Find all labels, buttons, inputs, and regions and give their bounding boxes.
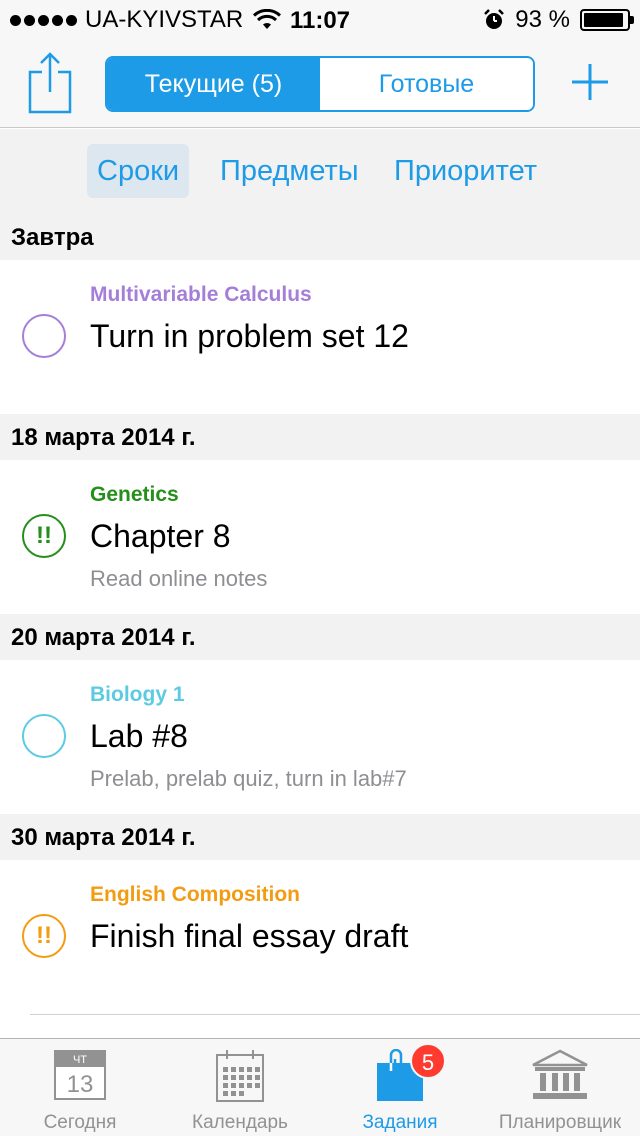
battery-percent: 93 % xyxy=(515,6,570,33)
battery-icon xyxy=(580,9,634,31)
section-header: Завтра xyxy=(0,215,640,260)
sort-bar: Сроки Предметы Приоритет xyxy=(0,129,640,215)
section-header: 30 марта 2014 г. xyxy=(0,814,640,860)
priority-circle-icon[interactable]: !! xyxy=(22,514,66,558)
status-right: 93 % xyxy=(483,6,634,33)
tab-bar: ЧТ 13 Сегодня Календарь 5 Задания Планир… xyxy=(0,1038,640,1136)
task-subject: Biology 1 xyxy=(90,683,185,706)
sort-by-due-date[interactable]: Сроки xyxy=(87,144,190,198)
task-row[interactable]: Multivariable Calculus Turn in problem s… xyxy=(0,260,640,414)
segment-done[interactable]: Готовые xyxy=(320,58,533,110)
priority-circle-icon[interactable]: !! xyxy=(22,914,66,958)
task-subject: Genetics xyxy=(90,483,179,506)
task-note: Prelab, prelab quiz, turn in lab#7 xyxy=(90,766,407,791)
wifi-icon xyxy=(253,9,282,29)
list-divider xyxy=(30,1014,640,1015)
task-row[interactable]: !! English Composition Finish final essa… xyxy=(0,860,640,1014)
building-icon xyxy=(532,1049,588,1099)
share-icon[interactable] xyxy=(22,50,78,116)
task-note: Read online notes xyxy=(90,566,268,591)
sort-by-subject[interactable]: Предметы xyxy=(220,144,359,198)
status-left: UA-KYIVSTAR xyxy=(10,6,282,33)
task-subject: English Composition xyxy=(90,883,300,906)
section-header: 20 марта 2014 г. xyxy=(0,614,640,660)
task-row[interactable]: !! Genetics Chapter 8 Read online notes xyxy=(0,460,640,614)
task-title: Lab #8 xyxy=(90,718,188,754)
task-row[interactable]: Biology 1 Lab #8 Prelab, prelab quiz, tu… xyxy=(0,660,640,814)
carrier-name: UA-KYIVSTAR xyxy=(85,6,244,33)
task-title: Turn in problem set 12 xyxy=(90,318,409,354)
tab-label-calendar: Календарь xyxy=(192,1112,288,1133)
tab-label-today: Сегодня xyxy=(43,1112,117,1133)
segment-current[interactable]: Текущие (5) xyxy=(107,58,320,110)
tab-label-planner: Планировщик xyxy=(498,1112,622,1133)
task-title: Finish final essay draft xyxy=(90,918,409,954)
status-segmented-control: Текущие (5) Готовые xyxy=(105,56,535,112)
section-header: 18 марта 2014 г. xyxy=(0,414,640,460)
today-icon-date: 13 xyxy=(67,1071,94,1098)
tab-label-assignments: Задания xyxy=(362,1112,438,1133)
status-bar: UA-KYIVSTAR 11:07 93 % xyxy=(0,0,640,40)
assignments-badge: 5 xyxy=(410,1043,446,1079)
priority-circle-icon[interactable] xyxy=(22,314,66,358)
alarm-clock-icon xyxy=(484,9,505,29)
signal-strength-icon xyxy=(10,14,77,26)
priority-circle-icon[interactable] xyxy=(22,714,66,758)
today-icon-day: ЧТ xyxy=(73,1054,87,1066)
today-calendar-icon: ЧТ 13 xyxy=(54,1050,106,1100)
battery-fill xyxy=(584,13,624,27)
task-subject: Multivariable Calculus xyxy=(90,283,312,306)
sort-by-priority[interactable]: Приоритет xyxy=(394,144,537,198)
tab-planner[interactable]: Планировщик xyxy=(480,1039,640,1136)
navigation-bar: Текущие (5) Готовые xyxy=(0,40,640,128)
tab-today[interactable]: ЧТ 13 Сегодня xyxy=(0,1039,160,1136)
task-title: Chapter 8 xyxy=(90,518,231,554)
tab-calendar[interactable]: Календарь xyxy=(160,1039,320,1136)
calendar-grid-icon xyxy=(216,1050,264,1102)
tab-assignments[interactable]: 5 Задания xyxy=(320,1039,480,1136)
plus-icon[interactable] xyxy=(570,62,610,102)
